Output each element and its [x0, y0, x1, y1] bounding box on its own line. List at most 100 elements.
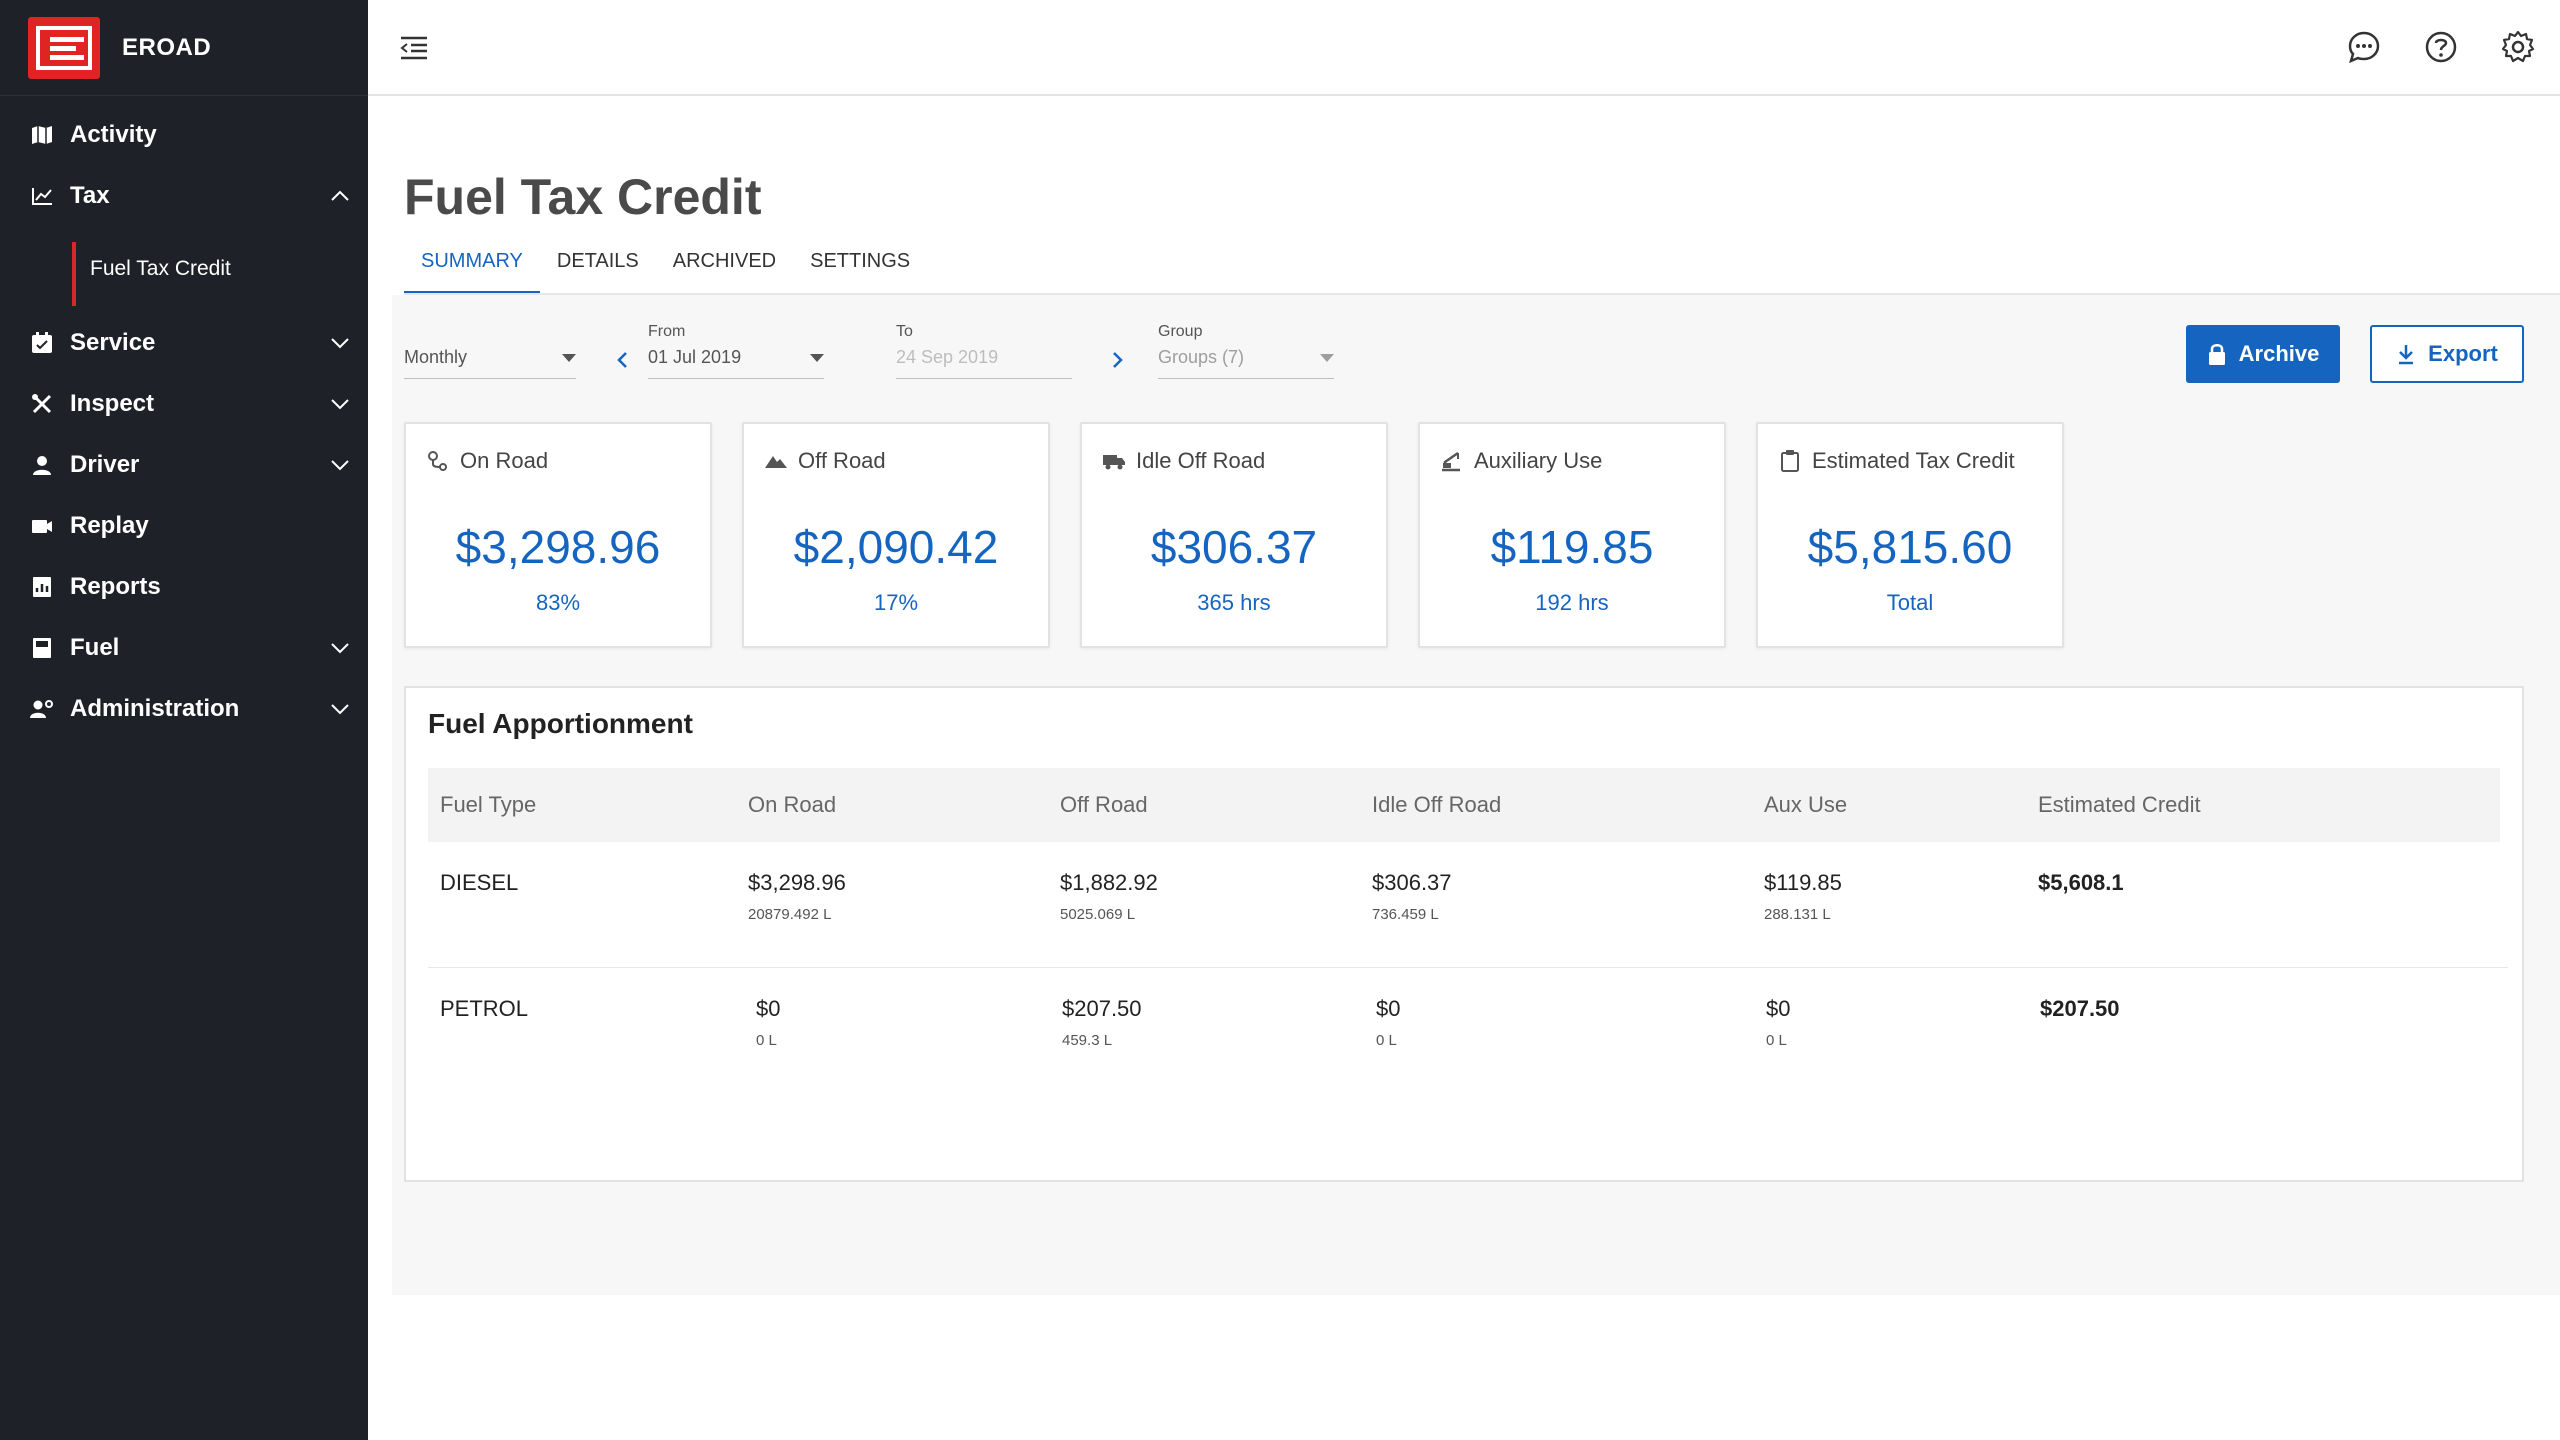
tab-summary[interactable]: SUMMARY — [404, 238, 540, 294]
litres-value: 0 L — [756, 1032, 777, 1049]
from-date-select[interactable]: From 01 Jul 2019 — [648, 323, 824, 379]
clipboard-icon — [1778, 449, 1802, 473]
summary-card-off-road[interactable]: Off Road $2,090.42 17% — [742, 422, 1050, 648]
cell-on-road: $0 0 L — [756, 996, 780, 1049]
sidebar-item-driver[interactable]: Driver — [0, 434, 368, 495]
lock-icon — [2208, 344, 2225, 365]
credit-value: $207.50 — [2040, 996, 2120, 1021]
litres-value: 459.3 L — [1062, 1032, 1113, 1049]
card-header: On Road — [426, 448, 548, 474]
sidebar-item-activity[interactable]: Activity — [0, 104, 368, 165]
brand[interactable]: EROAD — [0, 0, 368, 96]
group-select[interactable]: Group Groups (7) — [1158, 323, 1334, 379]
help-icon[interactable] — [2421, 27, 2461, 67]
card-value: $5,815.60 — [1807, 521, 2013, 573]
video-icon — [28, 512, 56, 540]
card-header: Idle Off Road — [1102, 448, 1265, 474]
settings-gear-icon[interactable] — [2498, 27, 2538, 67]
mountain-icon — [764, 449, 788, 473]
tools-icon — [28, 390, 56, 418]
period-select[interactable]: Monthly — [404, 323, 576, 379]
tab-details[interactable]: DETAILS — [540, 238, 656, 294]
chevron-down-icon — [328, 331, 352, 355]
group-label: Group — [1158, 323, 1203, 340]
amount-value: $3,298.96 — [748, 870, 846, 895]
column-header-off-road: Off Road — [1060, 792, 1148, 817]
sidebar-item-label: Reports — [70, 572, 161, 600]
sidebar-item-reports[interactable]: Reports — [0, 556, 368, 617]
card-subvalue: 83% — [535, 590, 581, 615]
card-value: $306.37 — [1150, 521, 1318, 573]
table-row[interactable]: PETROL $0 0 L $207.50 459.3 L $0 0 L $0 … — [428, 968, 2508, 1094]
tabs-divider — [404, 293, 2560, 295]
to-date-select[interactable]: To 24 Sep 2019 — [896, 323, 1072, 379]
cell-off-road: $1,882.92 5025.069 L — [1060, 870, 1158, 923]
amount-value: $0 — [756, 996, 781, 1021]
card-header: Off Road — [764, 448, 886, 474]
card-title: Off Road — [798, 448, 886, 473]
archive-label: Archive — [2238, 341, 2320, 366]
period-value: Monthly — [404, 347, 468, 367]
fuel-icon — [28, 634, 56, 662]
column-header-aux-use: Aux Use — [1764, 792, 1848, 817]
cell-off-road: $207.50 459.3 L — [1062, 996, 1142, 1049]
from-label: From — [648, 323, 686, 340]
amount-value: $306.37 — [1372, 870, 1452, 895]
page-title: Fuel Tax Credit — [404, 169, 762, 225]
column-header-on-road: On Road — [748, 792, 837, 817]
topbar-actions — [2344, 27, 2538, 67]
caret-down-icon — [562, 353, 576, 362]
sidebar-item-label: Replay — [70, 511, 149, 539]
menu-collapse-icon[interactable] — [396, 30, 432, 66]
column-header-estimated-credit: Estimated Credit — [2038, 792, 2201, 817]
sidebar-item-label: Activity — [70, 120, 157, 148]
previous-period-button[interactable] — [610, 348, 634, 372]
fuel-apportionment-panel: Fuel Apportionment Fuel Type On Road Off… — [404, 686, 2524, 1182]
chat-icon[interactable] — [2344, 27, 2384, 67]
archive-button[interactable]: Archive — [2186, 325, 2340, 383]
cell-fuel-type: DIESEL — [440, 870, 518, 896]
group-value: Groups (7) — [1158, 347, 1245, 367]
sidebar-item-inspect[interactable]: Inspect — [0, 373, 368, 434]
tab-archived[interactable]: ARCHIVED — [656, 238, 793, 294]
sidebar-item-replay[interactable]: Replay — [0, 495, 368, 556]
to-value-wrap: 24 Sep 2019 — [896, 347, 1072, 379]
sidebar-item-administration[interactable]: Administration — [0, 678, 368, 739]
column-header-idle-off-road: Idle Off Road — [1372, 792, 1502, 817]
chevron-down-icon — [328, 392, 352, 416]
main-content: Fuel Tax Credit SUMMARY DETAILS ARCHIVED… — [368, 98, 2560, 1440]
truck-icon — [1102, 449, 1126, 473]
summary-card-idle-off-road[interactable]: Idle Off Road $306.37 365 hrs — [1080, 422, 1388, 648]
chevron-down-icon — [328, 697, 352, 721]
sidebar-item-tax[interactable]: Tax — [0, 165, 368, 226]
export-button[interactable]: Export — [2370, 325, 2524, 383]
cell-estimated-credit: $5,608.1 — [2038, 870, 2124, 896]
litres-value: 0 L — [1376, 1032, 1397, 1049]
sidebar-item-service[interactable]: Service — [0, 312, 368, 373]
table-row[interactable]: DIESEL $3,298.96 20879.492 L $1,882.92 5… — [428, 842, 2508, 968]
tab-settings[interactable]: SETTINGS — [793, 238, 927, 294]
summary-card-on-road[interactable]: On Road $3,298.96 83% — [404, 422, 712, 648]
topbar — [368, 0, 2560, 96]
credit-value: $5,608.1 — [2038, 870, 2124, 895]
card-title: On Road — [460, 448, 549, 473]
admin-icon — [28, 695, 56, 723]
card-header: Estimated Tax Credit — [1778, 448, 2015, 474]
sidebar-item-label: Administration — [70, 694, 240, 722]
sidebar-item-fuel[interactable]: Fuel — [0, 617, 368, 678]
card-subvalue: 365 hrs — [1197, 590, 1271, 615]
sidebar-subitem-fuel-tax-credit[interactable]: Fuel Tax Credit — [0, 226, 368, 312]
card-title: Auxiliary Use — [1474, 448, 1603, 473]
chevron-up-icon — [328, 184, 352, 208]
summary-card-auxiliary-use[interactable]: Auxiliary Use $119.85 192 hrs — [1418, 422, 1726, 648]
summary-card-estimated-tax-credit[interactable]: Estimated Tax Credit $5,815.60 Total — [1756, 422, 2064, 648]
fuel-type-value: PETROL — [440, 996, 529, 1021]
caret-down-icon — [1320, 353, 1334, 362]
download-icon — [2399, 345, 2414, 365]
next-period-button[interactable] — [1106, 348, 1130, 372]
litres-value: 5025.069 L — [1060, 906, 1136, 923]
group-value-wrap: Groups (7) — [1158, 347, 1334, 379]
amount-value: $0 — [1766, 996, 1791, 1021]
litres-value: 0 L — [1766, 1032, 1787, 1049]
chevron-right-icon — [1113, 352, 1123, 368]
